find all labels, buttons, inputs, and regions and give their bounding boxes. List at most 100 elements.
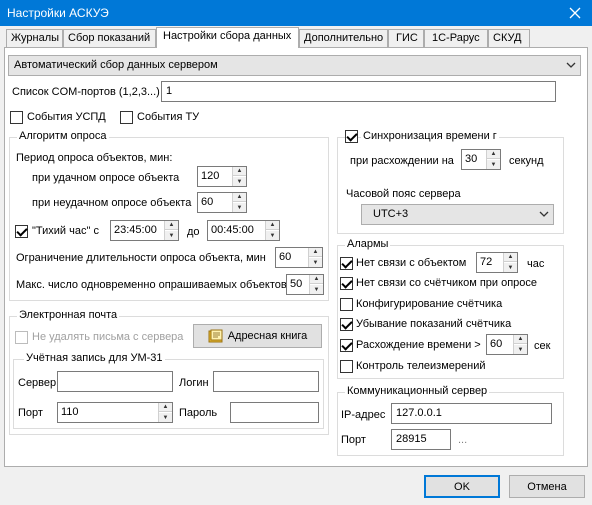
quiet-from-time[interactable]: 23:45:00 ▲ ▼ <box>110 220 179 241</box>
spin-up-icon[interactable]: ▲ <box>487 150 500 159</box>
comm-server-group-label: Коммуникационный сервер <box>345 385 490 397</box>
poll-limit-label: Ограничение длительности опроса объекта,… <box>16 252 266 264</box>
login-label: Логин <box>179 377 209 389</box>
alarm-meter-config-checkbox[interactable] <box>340 298 353 311</box>
spin-down-icon[interactable]: ▼ <box>487 160 500 169</box>
events-tu-checkbox[interactable] <box>120 111 133 124</box>
alarm-telemetry-checkbox[interactable] <box>340 360 353 373</box>
quiet-to-time[interactable]: 00:45:00 ▲ ▼ <box>207 220 280 241</box>
chevron-down-icon <box>566 60 576 73</box>
ok-button[interactable]: OK <box>424 475 500 498</box>
fail-poll-label: при неудачном опросе объекта <box>32 197 192 209</box>
success-poll-spinner[interactable]: 120 ▲ ▼ <box>197 166 247 187</box>
time-sync-label: Синхронизация времени г <box>361 130 499 142</box>
spin-down-icon[interactable]: ▼ <box>233 203 246 212</box>
spin-down-icon[interactable]: ▼ <box>514 345 527 354</box>
title-bar: Настройки АСКУЭ <box>0 0 592 26</box>
spin-up-icon[interactable]: ▲ <box>514 335 527 344</box>
tab-1c-rarus[interactable]: 1С-Рарус <box>424 29 488 47</box>
spin-up-icon[interactable]: ▲ <box>165 221 178 230</box>
quiet-hour-checkbox[interactable] <box>15 225 28 238</box>
email-group-label: Электронная почта <box>17 309 120 321</box>
tab-journals[interactable]: Журналы <box>6 29 63 47</box>
spin-down-icon[interactable]: ▼ <box>266 231 279 240</box>
address-book-button[interactable]: Адресная книга <box>193 324 322 348</box>
alarm-meter-config-label: Конфигурирование счётчика <box>356 298 503 310</box>
max-objects-label: Макс. число одновременно опрашиваемых об… <box>16 279 287 291</box>
spin-down-icon[interactable]: ▼ <box>310 285 323 294</box>
seconds-unit-label: сек <box>534 340 551 352</box>
ip-address-label: IP-адрес <box>341 409 386 421</box>
alarm-time-diff-spinner[interactable]: 60 ▲ ▼ <box>486 334 528 355</box>
alarm-no-link-object-checkbox[interactable] <box>340 257 353 270</box>
alarm-time-diff-label: Расхождение времени > <box>356 339 481 351</box>
poll-limit-spinner[interactable]: 60 ▲ ▼ <box>275 247 323 268</box>
close-icon[interactable] <box>558 0 592 26</box>
password-label: Пароль <box>179 407 218 419</box>
alarm-telemetry-label: Контроль телеизмерений <box>356 360 486 372</box>
time-sync-checkbox[interactable] <box>345 130 358 143</box>
spin-down-icon[interactable]: ▼ <box>309 258 322 267</box>
spin-down-icon[interactable]: ▼ <box>233 177 246 186</box>
alarm-readings-decrease-label: Убывание показаний счётчика <box>356 318 512 330</box>
spin-up-icon[interactable]: ▲ <box>504 253 517 262</box>
spin-down-icon[interactable]: ▼ <box>504 263 517 272</box>
address-book-icon <box>208 329 224 343</box>
spin-up-icon[interactable]: ▲ <box>159 403 172 412</box>
tab-additional[interactable]: Дополнительно <box>299 29 388 47</box>
window-title: Настройки АСКУЭ <box>7 6 109 20</box>
alarm-no-link-meter-checkbox[interactable] <box>340 277 353 290</box>
period-label: Период опроса объектов, мин: <box>16 152 173 164</box>
server-label: Сервер <box>18 377 57 389</box>
events-uspd-label: События УСПД <box>27 111 106 123</box>
alarm-readings-decrease-checkbox[interactable] <box>340 318 353 331</box>
hours-unit-label: час <box>527 258 545 270</box>
alarms-group-label: Алармы <box>345 238 391 250</box>
comm-port-label: Порт <box>341 434 366 446</box>
login-input[interactable] <box>213 371 319 392</box>
account-group-label: Учётная запись для УМ-31 <box>24 352 165 364</box>
port-spinner[interactable]: 110 ▲ ▼ <box>57 402 173 423</box>
spin-up-icon[interactable]: ▲ <box>233 167 246 176</box>
spin-up-icon[interactable]: ▲ <box>266 221 279 230</box>
alarm-no-link-object-label: Нет связи с объектом <box>356 257 467 269</box>
cancel-button[interactable]: Отмена <box>509 475 585 498</box>
ellipsis-label: ... <box>458 434 468 446</box>
mode-select[interactable]: Автоматический сбор данных сервером <box>8 55 581 76</box>
server-input[interactable] <box>57 371 173 392</box>
events-tu-label: События ТУ <box>137 111 200 123</box>
spin-up-icon[interactable]: ▲ <box>233 193 246 202</box>
tab-gis[interactable]: ГИС <box>388 29 424 47</box>
tab-readings[interactable]: Сбор показаний <box>63 29 156 47</box>
alarm-no-link-hours-spinner[interactable]: 72 ▲ ▼ <box>476 252 518 273</box>
alarm-time-diff-checkbox[interactable] <box>340 339 353 352</box>
fail-poll-spinner[interactable]: 60 ▲ ▼ <box>197 192 247 213</box>
alarm-no-link-meter-label: Нет связи со счётчиком при опросе <box>356 277 538 289</box>
tab-skud[interactable]: СКУД <box>488 29 530 47</box>
com-ports-input[interactable]: 1 <box>161 81 556 102</box>
spin-down-icon[interactable]: ▼ <box>159 413 172 422</box>
timezone-label: Часовой пояс сервера <box>346 188 461 200</box>
max-objects-spinner[interactable]: 50 ▲ ▼ <box>286 274 324 295</box>
time-diff-spinner[interactable]: 30 ▲ ▼ <box>461 149 501 170</box>
chevron-down-icon <box>539 209 549 222</box>
seconds-label: секунд <box>509 155 544 167</box>
password-input[interactable] <box>230 402 319 423</box>
quiet-to-label: до <box>187 226 200 238</box>
quiet-hour-label: "Тихий час" с <box>32 225 99 237</box>
keep-mail-label: Не удалять письма с сервера <box>32 331 184 343</box>
timezone-select[interactable]: UTC+3 <box>361 204 554 225</box>
comm-port-input[interactable]: 28915 <box>391 429 451 450</box>
com-ports-label: Список COM-портов (1,2,3...) <box>12 86 160 98</box>
keep-mail-checkbox[interactable] <box>15 331 28 344</box>
poll-group-label: Алгоритм опроса <box>17 130 109 142</box>
spin-up-icon[interactable]: ▲ <box>310 275 323 284</box>
spin-up-icon[interactable]: ▲ <box>309 248 322 257</box>
time-diff-label: при расхождении на <box>350 155 454 167</box>
spin-down-icon[interactable]: ▼ <box>165 231 178 240</box>
tab-data-collection-settings[interactable]: Настройки сбора данных <box>156 27 299 48</box>
ip-address-input[interactable]: 127.0.0.1 <box>391 403 552 424</box>
events-uspd-checkbox[interactable] <box>10 111 23 124</box>
port-label: Порт <box>18 407 43 419</box>
success-poll-label: при удачном опросе объекта <box>32 172 180 184</box>
